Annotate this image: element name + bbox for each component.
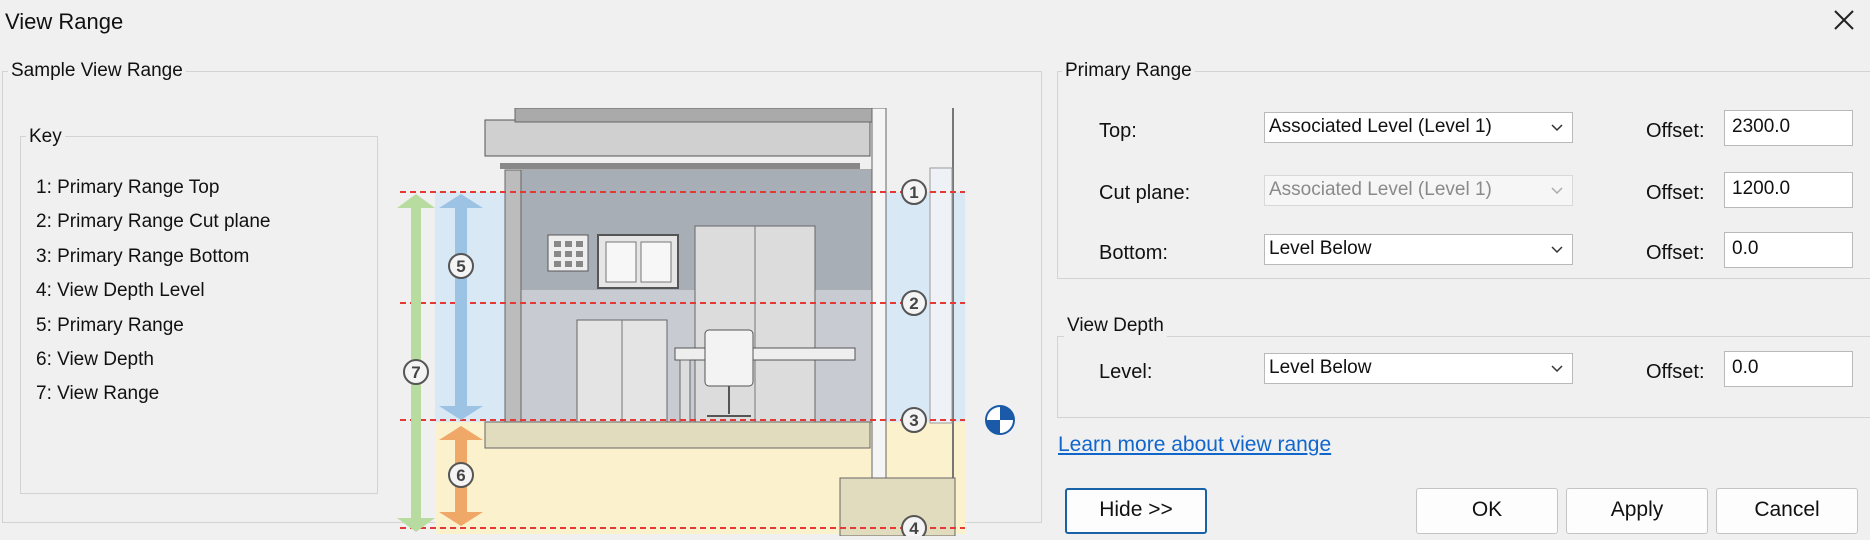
marker-3: 3 [901,407,927,433]
bottom-dropdown[interactable]: Level Below [1264,234,1573,265]
level-dropdown-value: Level Below [1269,357,1372,378]
top-offset-input[interactable]: 2300.0 [1724,110,1853,146]
key-item: 6: View Depth [36,349,154,370]
top-offset-label: Offset: [1646,120,1705,142]
svg-text:7: 7 [411,363,420,382]
hide-button[interactable]: Hide >> [1065,488,1207,534]
bottom-dropdown-value: Level Below [1269,238,1372,259]
marker-5: 5 [448,253,474,279]
top-label: Top: [1099,120,1137,142]
svg-text:5: 5 [456,257,465,276]
desk [674,347,856,361]
bottom-offset-input[interactable]: 0.0 [1724,232,1853,268]
key-item: 3: Primary Range Bottom [36,246,250,267]
key-item: 5: Primary Range [36,315,184,336]
view-depth-offset-label: Offset: [1646,361,1705,383]
cut-plane-dropdown-value: Associated Level (Level 1) [1269,179,1492,200]
view-depth-title: View Depth [1064,315,1167,337]
learn-more-link[interactable]: Learn more about view range [1058,433,1331,457]
window-title: View Range [5,9,124,34]
view-range-diagram: 1 2 3 4 5 6 7 [397,108,1015,536]
key-item: 4: View Depth Level [36,280,205,301]
chevron-down-icon [1551,246,1563,254]
cut-plane-label: Cut plane: [1099,182,1191,204]
close-button[interactable] [1828,4,1860,36]
chevron-down-icon [1551,187,1563,195]
close-icon [1834,10,1854,30]
right-wall [871,108,887,536]
svg-text:6: 6 [456,466,465,485]
svg-text:1: 1 [909,183,918,202]
bottom-label: Bottom: [1099,242,1168,264]
floor-slab [484,421,871,449]
chevron-down-icon [1551,365,1563,373]
top-dropdown-value: Associated Level (Level 1) [1269,116,1492,137]
ceiling-slab [484,119,871,157]
marker-6: 6 [448,462,474,488]
primary-range-title: Primary Range [1062,60,1195,82]
marker-4: 4 [901,515,927,536]
svg-text:3: 3 [909,411,918,430]
footing [839,477,956,536]
apply-button[interactable]: Apply [1566,488,1708,534]
view-depth-offset-input[interactable]: 0.0 [1724,351,1853,387]
chevron-down-icon [1551,124,1563,132]
cut-plane-offset-label: Offset: [1646,182,1705,204]
marker-2: 2 [901,290,927,316]
level-label: Level: [1099,361,1153,383]
cut-plane-dropdown: Associated Level (Level 1) [1264,175,1573,206]
top-dropdown[interactable]: Associated Level (Level 1) [1264,112,1573,143]
level-marker-icon [985,405,1015,435]
key-item: 1: Primary Range Top [36,177,220,198]
title-bar [0,0,1870,44]
level-dropdown[interactable]: Level Below [1264,353,1573,384]
sample-view-range-title: Sample View Range [8,60,186,82]
key-item: 2: Primary Range Cut plane [36,211,271,232]
key-title: Key [26,126,65,148]
svg-text:4: 4 [909,519,919,536]
cancel-button[interactable]: Cancel [1716,488,1858,534]
cut-plane-offset-input[interactable]: 1200.0 [1724,172,1853,208]
marker-7: 7 [403,359,429,385]
marker-1: 1 [901,179,927,205]
bottom-offset-label: Offset: [1646,242,1705,264]
key-item: 7: View Range [36,383,160,404]
ok-button[interactable]: OK [1416,488,1558,534]
svg-text:2: 2 [909,294,918,313]
